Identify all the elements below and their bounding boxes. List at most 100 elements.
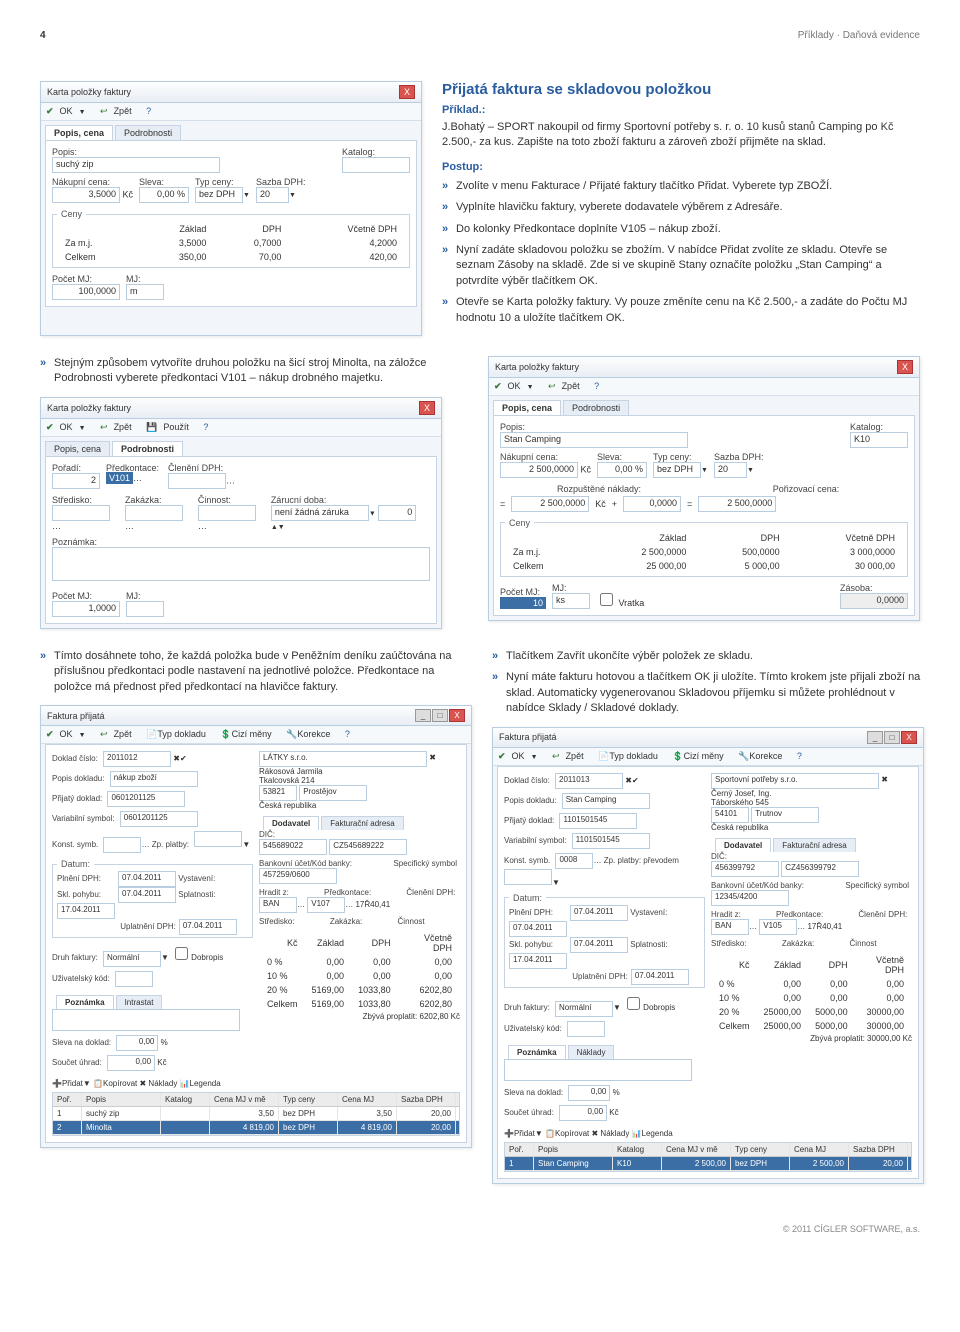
step: Stejným způsobem vytvoříte druhou položk… xyxy=(40,356,468,387)
tab-podrobnosti[interactable]: Podrobnosti xyxy=(115,125,181,140)
window-controls[interactable]: _□X xyxy=(415,709,465,722)
pocet-input[interactable]: 10 xyxy=(500,597,546,609)
help-icon[interactable]: ? xyxy=(146,106,151,116)
ok-button[interactable]: ✔OK▼ xyxy=(46,422,92,433)
dodavatel-name[interactable]: Sportovní potřeby s.r.o. xyxy=(711,773,879,789)
pouzit-button[interactable]: 💾Použít xyxy=(146,422,195,433)
sleva-input[interactable]: 0,00 % xyxy=(597,462,647,478)
sleva-input[interactable]: 0,00 % xyxy=(139,187,189,203)
typ-label: Typ ceny: xyxy=(653,452,692,462)
docnum-input[interactable]: 2011013 xyxy=(555,773,623,789)
clen-input[interactable] xyxy=(168,473,226,489)
pocet-input[interactable]: 100,0000 xyxy=(52,284,120,300)
predk-input[interactable]: V101 xyxy=(106,472,133,484)
typ-dokladu[interactable]: 📄Typ dokladu xyxy=(598,751,664,762)
tab-popis-cena[interactable]: Popis, cena xyxy=(45,125,113,140)
step: Nyní zadáte skladovou položku se zbožím.… xyxy=(442,243,920,289)
tab-intrastat[interactable]: Intrastat xyxy=(116,995,163,1009)
kopirovat-button[interactable]: 📋Kopírovat xyxy=(93,1079,137,1088)
help-icon[interactable]: ? xyxy=(345,729,350,739)
korekce[interactable]: 🔧Korekce xyxy=(738,751,788,762)
legenda-button[interactable]: 📊Legenda xyxy=(180,1079,221,1088)
mj-label: MJ: xyxy=(552,583,567,593)
konst-input[interactable] xyxy=(103,837,141,853)
back-button[interactable]: ↩Zpět xyxy=(552,751,590,762)
naklady-button[interactable]: ✖ Náklady xyxy=(139,1079,177,1088)
typ-dokladu[interactable]: 📄Typ dokladu xyxy=(146,729,212,740)
popis-input[interactable]: Stan Camping xyxy=(500,432,688,448)
pocet-input[interactable]: 1,0000 xyxy=(52,601,120,617)
katalog-input[interactable] xyxy=(342,157,410,173)
mj-input[interactable]: m xyxy=(126,284,164,300)
kopirovat-button[interactable]: 📋Kopírovat xyxy=(545,1129,589,1138)
help-icon[interactable]: ? xyxy=(594,381,599,391)
rozp-val[interactable]: 0,0000 xyxy=(623,496,681,512)
sazba-select[interactable]: 20 xyxy=(714,462,747,478)
tab-popis-cena[interactable]: Popis, cena xyxy=(45,441,110,456)
close-icon[interactable]: X xyxy=(399,85,415,99)
popis-label: Popis: xyxy=(52,147,77,157)
popis-input[interactable]: suchý zip xyxy=(52,157,220,173)
pln-input[interactable]: 07.04.2011 xyxy=(118,871,176,887)
back-button[interactable]: ↩Zpět xyxy=(100,422,138,433)
pozn-input[interactable] xyxy=(52,547,430,581)
docnum-input[interactable]: 2011012 xyxy=(103,751,171,767)
cizi-meny[interactable]: 💲Cizí měny xyxy=(220,729,277,740)
nakup-input[interactable]: 2 500,0000 xyxy=(500,462,578,478)
zak-input[interactable] xyxy=(125,505,183,521)
screenshot-karta-polozky-stan: Karta položky faktury X ✔OK▼ ↩Zpět ? Pop… xyxy=(488,356,920,621)
katalog-input[interactable]: K10 xyxy=(850,432,908,448)
tab-poznamka[interactable]: Poznámka xyxy=(56,995,114,1009)
close-icon[interactable]: X xyxy=(419,401,435,415)
korekce[interactable]: 🔧Korekce xyxy=(286,729,336,740)
dodavatel-name[interactable]: LÁTKY s.r.o. xyxy=(259,751,427,767)
items-grid[interactable]: Poř.PopisKatalogCena MJ v měTyp cenyCena… xyxy=(504,1142,912,1172)
ok-button[interactable]: ✔OK▼ xyxy=(498,751,544,762)
back-button[interactable]: ↩Zpět xyxy=(100,729,138,740)
legenda-button[interactable]: 📊Legenda xyxy=(632,1129,673,1138)
close-icon[interactable]: X xyxy=(897,360,913,374)
tab-podrobnosti[interactable]: Podrobnosti xyxy=(112,441,183,456)
typ-select[interactable]: bez DPH xyxy=(195,187,243,203)
zp-select[interactable] xyxy=(194,831,242,847)
back-button[interactable]: ↩Zpět xyxy=(548,381,586,392)
pridat-button[interactable]: ➕Přidat▼ xyxy=(504,1129,543,1138)
ok-button[interactable]: ✔OK▼ xyxy=(494,381,540,392)
vratka-checkbox[interactable] xyxy=(600,593,613,606)
tab-popis-cena[interactable]: Popis, cena xyxy=(493,400,561,415)
popis-label: Popis: xyxy=(500,422,525,432)
example-body: J.Bohatý – SPORT nakoupil od firmy Sport… xyxy=(442,120,920,151)
stred-input[interactable] xyxy=(52,505,110,521)
screenshot-karta-podrobnosti: Karta položky faktury X ✔OK▼ ↩Zpět 💾Použ… xyxy=(40,397,442,629)
typ-select[interactable]: bez DPH xyxy=(653,462,701,478)
dobropis-check[interactable] xyxy=(175,947,188,960)
ok-button[interactable]: ✔OK▼ xyxy=(46,106,92,117)
window-controls[interactable]: _□X xyxy=(867,731,917,744)
skl-input[interactable]: 07.04.2011 xyxy=(118,887,176,903)
var-input[interactable]: 0601201125 xyxy=(120,811,198,827)
cizi-meny[interactable]: 💲Cizí měny xyxy=(672,751,729,762)
back-button[interactable]: ↩Zpět xyxy=(100,106,138,117)
cin-input[interactable] xyxy=(198,505,256,521)
rozp2-val: 2 500,0000 xyxy=(511,496,589,512)
ok-button[interactable]: ✔OK▼ xyxy=(46,729,92,740)
steps-list: Zvolíte v menu Fakturace / Přijaté faktu… xyxy=(442,179,920,326)
nakup-input[interactable]: 3,5000 xyxy=(52,187,120,203)
prij-input[interactable]: 0601201125 xyxy=(107,791,185,807)
rozp-label: Rozpuštěné náklady: xyxy=(557,484,641,494)
items-grid[interactable]: Poř.PopisKatalogCena MJ v měTyp cenyCena… xyxy=(52,1092,460,1136)
zar-select[interactable]: není žádná záruka xyxy=(271,505,369,521)
sazba-label: Sazba DPH: xyxy=(256,177,306,187)
pridat-button[interactable]: ➕Přidat▼ xyxy=(52,1079,91,1088)
mj-input[interactable]: ks xyxy=(552,593,590,609)
popdok-input[interactable]: nákup zboží xyxy=(110,771,198,787)
help-icon[interactable]: ? xyxy=(797,751,802,761)
naklady-button[interactable]: ✖ Náklady xyxy=(591,1129,629,1138)
help-icon[interactable]: ? xyxy=(203,422,208,432)
tab-podrobnosti[interactable]: Podrobnosti xyxy=(563,400,629,415)
bot-left-intro: Tímto dosáhnete toho, že každá položka b… xyxy=(40,649,472,695)
poradi-input[interactable]: 2 xyxy=(52,473,100,489)
sazba-select[interactable]: 20 xyxy=(256,187,289,203)
mj-input[interactable] xyxy=(126,601,164,617)
druh-select[interactable]: Normální xyxy=(103,951,161,967)
